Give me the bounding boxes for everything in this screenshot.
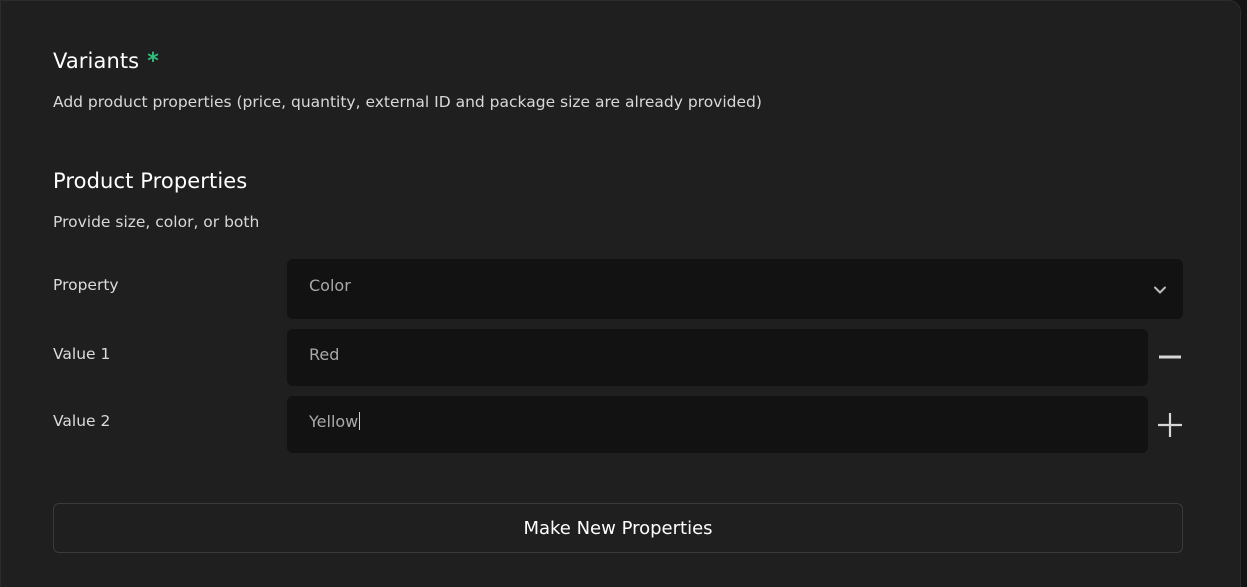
variants-heading: Variants *: [53, 49, 159, 74]
value-2-label: Value 2: [53, 412, 111, 430]
required-marker: *: [147, 49, 159, 74]
minus-icon: [1159, 355, 1181, 359]
value-1-label: Value 1: [53, 345, 111, 363]
property-label: Property: [53, 276, 119, 294]
variants-description: Add product properties (price, quantity,…: [53, 93, 762, 111]
make-new-properties-button[interactable]: Make New Properties: [53, 503, 1183, 553]
plus-icon: [1158, 413, 1182, 437]
value-1-input[interactable]: Red: [287, 329, 1148, 386]
variants-panel: Variants * Add product properties (price,…: [0, 0, 1241, 587]
property-select[interactable]: Color: [287, 259, 1183, 319]
value-1-text: Red: [309, 345, 340, 364]
variants-title: Variants: [53, 49, 140, 73]
add-value-button[interactable]: [1156, 411, 1184, 439]
chevron-down-icon: [1154, 286, 1166, 294]
value-2-input[interactable]: Yellow: [287, 396, 1148, 453]
product-properties-description: Provide size, color, or both: [53, 213, 260, 231]
text-cursor: [359, 412, 361, 430]
property-selected-value: Color: [309, 276, 351, 295]
product-properties-title: Product Properties: [53, 169, 248, 193]
value-2-text: Yellow: [309, 412, 359, 431]
remove-value-button[interactable]: [1156, 343, 1184, 371]
